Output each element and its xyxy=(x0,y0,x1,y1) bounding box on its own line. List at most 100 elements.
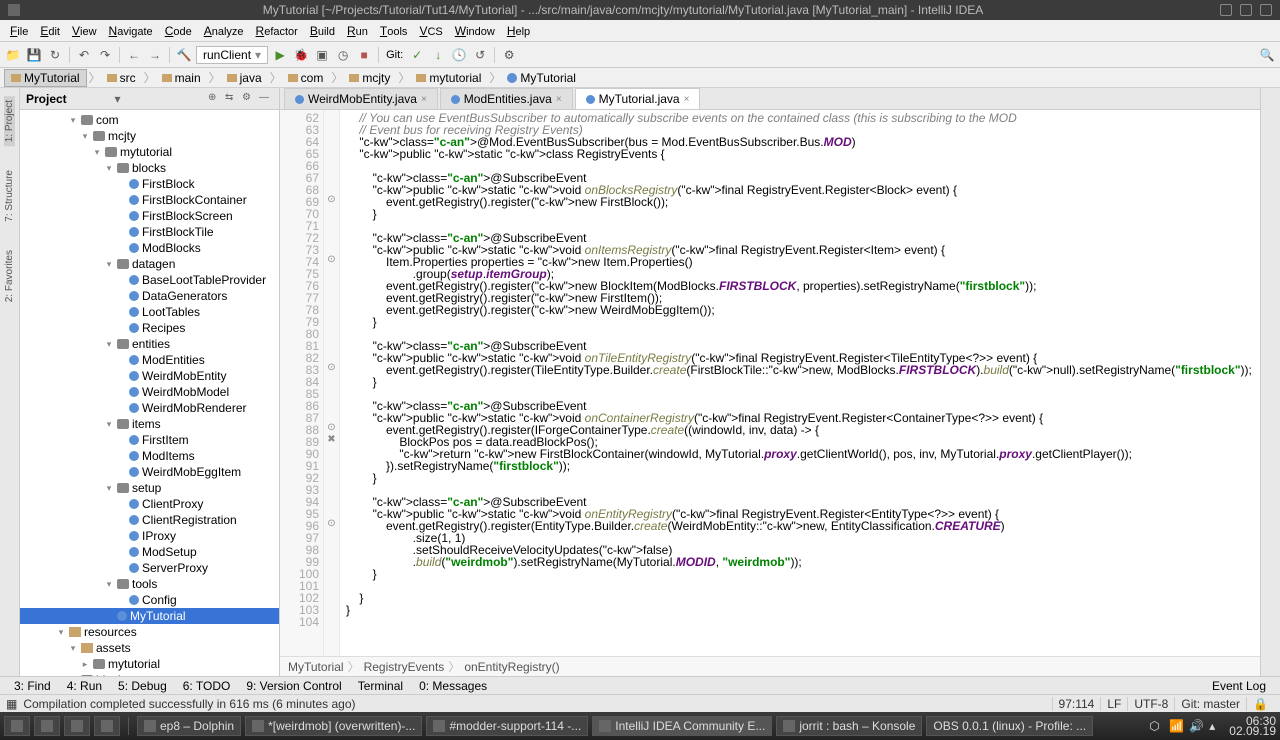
tray-dropbox-icon[interactable]: ⬡ xyxy=(1149,719,1163,733)
tree-toggle-icon[interactable]: ▾ xyxy=(104,259,114,270)
breadcrumb-item[interactable]: java xyxy=(221,70,268,86)
close-tab-icon[interactable]: × xyxy=(556,94,562,105)
tree-item-blockstates[interactable]: ▸blockstates xyxy=(20,672,279,676)
forward-button[interactable]: → xyxy=(146,46,164,64)
project-scroll-from-source-button[interactable]: ⊕ xyxy=(208,92,222,106)
tree-item-firstblockscreen[interactable]: FirstBlockScreen xyxy=(20,208,279,224)
tree-item-datagenerators[interactable]: DataGenerators xyxy=(20,288,279,304)
tree-item-iproxy[interactable]: IProxy xyxy=(20,528,279,544)
taskbar-obs[interactable] xyxy=(94,716,120,736)
menu-window[interactable]: Window xyxy=(449,24,501,38)
taskbar-window-button[interactable]: ep8 – Dolphin xyxy=(137,716,241,736)
status-toggle-toolwindows-icon[interactable]: ▦ xyxy=(6,697,17,711)
taskbar-obs-status[interactable]: OBS 0.0.1 (linux) - Profile: ... xyxy=(926,716,1093,736)
tree-toggle-icon[interactable]: ▸ xyxy=(80,659,90,670)
tree-toggle-icon[interactable]: ▾ xyxy=(104,579,114,590)
tree-item-setup[interactable]: ▾setup xyxy=(20,480,279,496)
window-maximize-button[interactable] xyxy=(1240,4,1252,16)
status-encoding[interactable]: UTF-8 xyxy=(1127,697,1174,711)
menu-vcs[interactable]: VCS xyxy=(413,24,448,38)
tree-item-tools[interactable]: ▾tools xyxy=(20,576,279,592)
tree-toggle-icon[interactable]: ▾ xyxy=(92,147,102,158)
app-launcher-button[interactable] xyxy=(4,716,30,736)
breadcrumb-item[interactable]: com xyxy=(282,70,330,86)
editor-tab[interactable]: WeirdMobEntity.java× xyxy=(284,88,438,109)
tree-item-clientproxy[interactable]: ClientProxy xyxy=(20,496,279,512)
sync-button[interactable]: ↻ xyxy=(46,46,64,64)
debug-button[interactable]: 🐞 xyxy=(292,46,310,64)
back-button[interactable]: ← xyxy=(125,46,143,64)
window-close-button[interactable] xyxy=(1260,4,1272,16)
undo-button[interactable]: ↶ xyxy=(75,46,93,64)
editor-crumb-item[interactable]: onEntityRegistry() xyxy=(464,660,559,674)
coverage-button[interactable]: ▣ xyxy=(313,46,331,64)
menu-help[interactable]: Help xyxy=(501,24,536,38)
tree-item-recipes[interactable]: Recipes xyxy=(20,320,279,336)
tree-item-com[interactable]: ▾com xyxy=(20,112,279,128)
tree-item-firstitem[interactable]: FirstItem xyxy=(20,432,279,448)
editor-crumb-item[interactable]: MyTutorial xyxy=(288,660,344,674)
taskbar-window-button[interactable]: jorrit : bash – Konsole xyxy=(776,716,922,736)
menu-tools[interactable]: Tools xyxy=(374,24,414,38)
tree-item-moditems[interactable]: ModItems xyxy=(20,448,279,464)
vcs-update-button[interactable]: ✓ xyxy=(408,46,426,64)
menu-build[interactable]: Build xyxy=(304,24,341,38)
tree-item-mcjty[interactable]: ▾mcjty xyxy=(20,128,279,144)
editor-tab[interactable]: MyTutorial.java× xyxy=(575,88,701,109)
tool-tab-project[interactable]: 1: Project xyxy=(4,96,15,146)
code-editor[interactable]: 6263646566676869707172737475767778798081… xyxy=(280,110,1260,656)
ide-settings-button[interactable]: ⚙ xyxy=(500,46,518,64)
tree-toggle-icon[interactable]: ▾ xyxy=(56,627,66,638)
project-settings-button[interactable]: ⚙ xyxy=(242,92,256,106)
save-all-button[interactable]: 💾 xyxy=(25,46,43,64)
tool-tab-terminal[interactable]: Terminal xyxy=(350,679,411,693)
breadcrumb-item[interactable]: src xyxy=(101,70,142,86)
tree-item-mytutorial[interactable]: MyTutorial xyxy=(20,608,279,624)
vcs-rollback-button[interactable]: ↺ xyxy=(471,46,489,64)
project-tree[interactable]: ▾com▾mcjty▾mytutorial▾blocksFirstBlockFi… xyxy=(20,110,279,676)
system-clock[interactable]: 06:30 02.09.19 xyxy=(1229,716,1276,736)
tree-item-resources[interactable]: ▾resources xyxy=(20,624,279,640)
search-everywhere-button[interactable]: 🔍 xyxy=(1258,46,1276,64)
tree-toggle-icon[interactable]: ▾ xyxy=(104,163,114,174)
tray-network-icon[interactable]: 📶 xyxy=(1169,719,1183,733)
vcs-history-button[interactable]: 🕓 xyxy=(450,46,468,64)
menu-run[interactable]: Run xyxy=(341,24,374,38)
tree-item-weirdmobmodel[interactable]: WeirdMobModel xyxy=(20,384,279,400)
status-readonly-lock-icon[interactable]: 🔒 xyxy=(1246,697,1274,711)
tree-toggle-icon[interactable]: ▾ xyxy=(68,643,78,654)
breadcrumb-item[interactable]: MyTutorial xyxy=(501,70,582,86)
tool-tab-5-debug[interactable]: 5: Debug xyxy=(110,679,175,693)
taskbar-chrome[interactable] xyxy=(34,716,60,736)
tree-item-mytutorial[interactable]: ▾mytutorial xyxy=(20,144,279,160)
open-file-button[interactable]: 📁 xyxy=(4,46,22,64)
tree-item-weirdmobentity[interactable]: WeirdMobEntity xyxy=(20,368,279,384)
tool-tab-event-log[interactable]: Event Log xyxy=(1204,679,1274,693)
tree-item-blocks[interactable]: ▾blocks xyxy=(20,160,279,176)
tool-tab-9-version-control[interactable]: 9: Version Control xyxy=(238,679,349,693)
tree-toggle-icon[interactable]: ▾ xyxy=(104,339,114,350)
editor-crumb-item[interactable]: RegistryEvents xyxy=(364,660,445,674)
code-content[interactable]: // You can use EventBusSubscriber to aut… xyxy=(340,110,1260,656)
taskbar-window-button[interactable]: #modder-support-114 -... xyxy=(426,716,588,736)
tree-toggle-icon[interactable]: ▾ xyxy=(80,131,90,142)
tree-item-assets[interactable]: ▾assets xyxy=(20,640,279,656)
tree-item-mytutorial[interactable]: ▸mytutorial xyxy=(20,656,279,672)
taskbar-window-button[interactable]: IntelliJ IDEA Community E... xyxy=(592,716,772,736)
profile-button[interactable]: ◷ xyxy=(334,46,352,64)
status-line-sep[interactable]: LF xyxy=(1100,697,1127,711)
tree-item-config[interactable]: Config xyxy=(20,592,279,608)
tree-item-firstblocktile[interactable]: FirstBlockTile xyxy=(20,224,279,240)
menu-file[interactable]: File xyxy=(4,24,34,38)
tree-item-weirdmobeggitem[interactable]: WeirdMobEggItem xyxy=(20,464,279,480)
tool-tab-structure[interactable]: 7: Structure xyxy=(4,166,15,226)
taskbar-window-button[interactable]: *[weirdmob] (overwritten)-... xyxy=(245,716,422,736)
tray-chevron-icon[interactable]: ▴ xyxy=(1209,719,1223,733)
tree-item-baseloottableprovider[interactable]: BaseLootTableProvider xyxy=(20,272,279,288)
tool-tab-6-todo[interactable]: 6: TODO xyxy=(175,679,239,693)
tree-item-firstblockcontainer[interactable]: FirstBlockContainer xyxy=(20,192,279,208)
tool-tab-4-run[interactable]: 4: Run xyxy=(59,679,110,693)
tree-item-modentities[interactable]: ModEntities xyxy=(20,352,279,368)
tool-tab-0-messages[interactable]: 0: Messages xyxy=(411,679,495,693)
run-button[interactable]: ▶ xyxy=(271,46,289,64)
